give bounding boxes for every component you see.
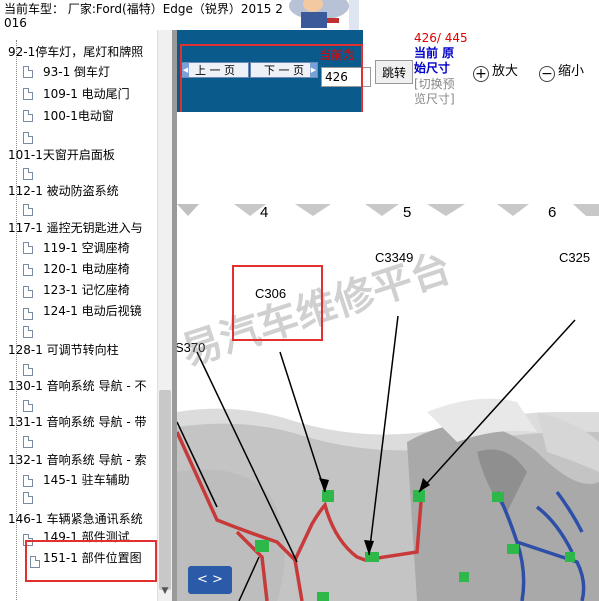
tree-leaf-109-1[interactable]: 109-1 电动尾门 bbox=[43, 84, 130, 104]
highlight-selected-item bbox=[25, 540, 157, 582]
doc-icon bbox=[23, 400, 33, 412]
tree-node-92-1[interactable]: 92-1停车灯，尾灯和牌照 bbox=[8, 42, 143, 62]
doc-icon bbox=[23, 88, 33, 100]
tree-node-128-1[interactable]: 128-1 可调节转向柱 bbox=[8, 340, 119, 360]
highlight-nav-controls bbox=[180, 44, 363, 114]
tree-node-130-1[interactable]: 130-1 音响系统 导航 - 不 bbox=[8, 376, 146, 396]
doc-icon bbox=[23, 326, 33, 338]
tree-node-112-1[interactable]: 112-1 被动防盗系统 bbox=[8, 181, 119, 201]
doc-icon bbox=[23, 168, 33, 180]
mechanic-icon bbox=[283, 0, 599, 30]
preview-size-link[interactable]: [切换预览尺寸] bbox=[414, 77, 464, 107]
wiring-diagram: 4 5 6 C3349 C325 C306 S370 易汽车维修平台 bbox=[177, 112, 599, 601]
sidebar-tree: 92-1停车灯，尾灯和牌照 93-1 倒车灯 109-1 电动尾门 100-1电… bbox=[0, 30, 172, 601]
doc-icon bbox=[23, 204, 33, 216]
tree-node-146-1[interactable]: 146-1 车辆紧急通讯系统 bbox=[8, 509, 143, 529]
scrollbar-thumb[interactable] bbox=[159, 390, 171, 590]
nav-toggle-button[interactable]: < > bbox=[188, 566, 232, 594]
doc-icon bbox=[23, 364, 33, 376]
tree-leaf-123-1[interactable]: 123-1 记忆座椅 bbox=[43, 280, 130, 300]
zoom-out-button[interactable]: − 缩小 bbox=[539, 60, 584, 82]
header-banner bbox=[283, 0, 599, 30]
doc-icon bbox=[23, 308, 33, 320]
column-number-5: 5 bbox=[403, 204, 412, 221]
header-bar: 当前车型： 厂家:Ford(福特）Edge（锐界）2015 2016 bbox=[0, 0, 283, 30]
highlight-c306 bbox=[232, 265, 323, 341]
original-size-link[interactable]: 当前 原始尺寸 bbox=[414, 46, 464, 76]
doc-icon bbox=[23, 492, 33, 504]
scroll-down-icon[interactable]: ▼ bbox=[159, 586, 171, 598]
doc-icon bbox=[23, 286, 33, 298]
tree-leaf-124-1[interactable]: 124-1 电动后视镜 bbox=[43, 301, 142, 321]
column-number-6: 6 bbox=[548, 204, 557, 221]
doc-icon bbox=[23, 242, 33, 254]
tree-leaf-120-1[interactable]: 120-1 电动座椅 bbox=[43, 259, 130, 279]
tree-leaf-145-1[interactable]: 145-1 驻车辅助 bbox=[43, 470, 130, 490]
tree-leaf-119-1[interactable]: 119-1 空调座椅 bbox=[43, 238, 130, 258]
zoom-in-button[interactable]: + 放大 bbox=[473, 60, 518, 82]
tree-node-132-1[interactable]: 132-1 音响系统 导航 - 索 bbox=[8, 450, 146, 470]
doc-icon bbox=[23, 436, 33, 448]
doc-icon bbox=[23, 110, 33, 122]
zoom-out-icon: − bbox=[539, 66, 555, 82]
column-number-4: 4 bbox=[260, 204, 269, 221]
doc-icon bbox=[23, 132, 33, 144]
tree-leaf-93-1[interactable]: 93-1 倒车灯 bbox=[43, 62, 110, 82]
connector-label-c325: C325 bbox=[559, 250, 591, 265]
sidebar-scrollbar[interactable]: ▼ bbox=[157, 30, 172, 601]
doc-icon bbox=[23, 66, 33, 78]
tree-node-101-1[interactable]: 101-1天窗开启面板 bbox=[8, 145, 115, 165]
page-count: 426/ 445 bbox=[414, 31, 468, 45]
doc-icon bbox=[23, 264, 33, 276]
tree-node-131-1[interactable]: 131-1 音响系统 导航 - 带 bbox=[8, 412, 146, 432]
tree-node-117-1[interactable]: 117-1 遥控无钥匙进入与 bbox=[8, 218, 143, 238]
jump-button[interactable]: 跳转 bbox=[375, 60, 413, 84]
tree-leaf-100-1[interactable]: 100-1电动窗 bbox=[43, 106, 114, 126]
zoom-in-icon: + bbox=[473, 66, 489, 82]
vehicle-title: 当前车型： 厂家:Ford(福特）Edge（锐界）2015 2016 bbox=[4, 2, 283, 30]
doc-icon bbox=[23, 475, 33, 487]
